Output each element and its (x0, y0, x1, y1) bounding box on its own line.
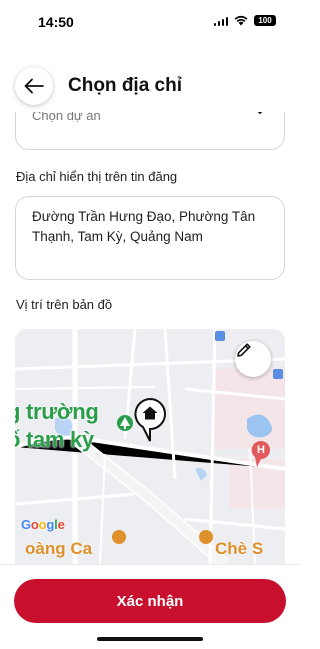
google-logo: Google (21, 517, 65, 532)
map-label: Vị trí trên bản đồ (16, 297, 113, 312)
map-place-label-line1: g trường (15, 399, 99, 424)
status-bar: 14:50 100 (0, 0, 300, 44)
project-select-value: Chọn dự án (32, 112, 101, 123)
back-button[interactable] (15, 67, 53, 105)
hospital-marker-text: H (257, 444, 265, 456)
address-input[interactable]: Đường Trần Hưng Đạo, Phường Tân Thạnh, T… (15, 196, 285, 280)
battery-icon: 100 (254, 15, 276, 26)
signal-icon (213, 16, 228, 26)
map-place-label-bottom-left: oàng Ca (25, 539, 93, 558)
project-select[interactable]: Chọn dự án (15, 112, 285, 150)
confirm-button[interactable]: Xác nhận (14, 579, 286, 623)
map-place-label-line2: ố tam kỳ (15, 427, 94, 452)
bottom-action-bar: Xác nhận (0, 564, 300, 649)
wifi-icon (234, 15, 248, 26)
pencil-icon (237, 343, 251, 357)
edit-location-button[interactable] (235, 341, 271, 377)
form-scroll-area[interactable]: Chọn dự án Địa chỉ hiển thị trên tin đăn… (0, 112, 300, 564)
header: Chọn địa chỉ (0, 62, 300, 112)
address-label: Địa chỉ hiển thị trên tin đăng (16, 169, 178, 184)
page-title: Chọn địa chỉ (68, 75, 182, 96)
arrow-left-icon (24, 78, 44, 94)
map-place-label-bottom-right: Chè S (215, 539, 264, 558)
chevron-down-icon (257, 112, 263, 115)
status-icons: 100 (213, 15, 276, 26)
home-indicator (97, 637, 203, 641)
location-map[interactable]: H g trường ố tam kỳ oàng Ca Chè S Google (15, 329, 285, 564)
home-marker-icon (142, 406, 158, 420)
address-value: Đường Trần Hưng Đạo, Phường Tân Thạnh, T… (32, 209, 256, 244)
status-time: 14:50 (38, 14, 74, 30)
